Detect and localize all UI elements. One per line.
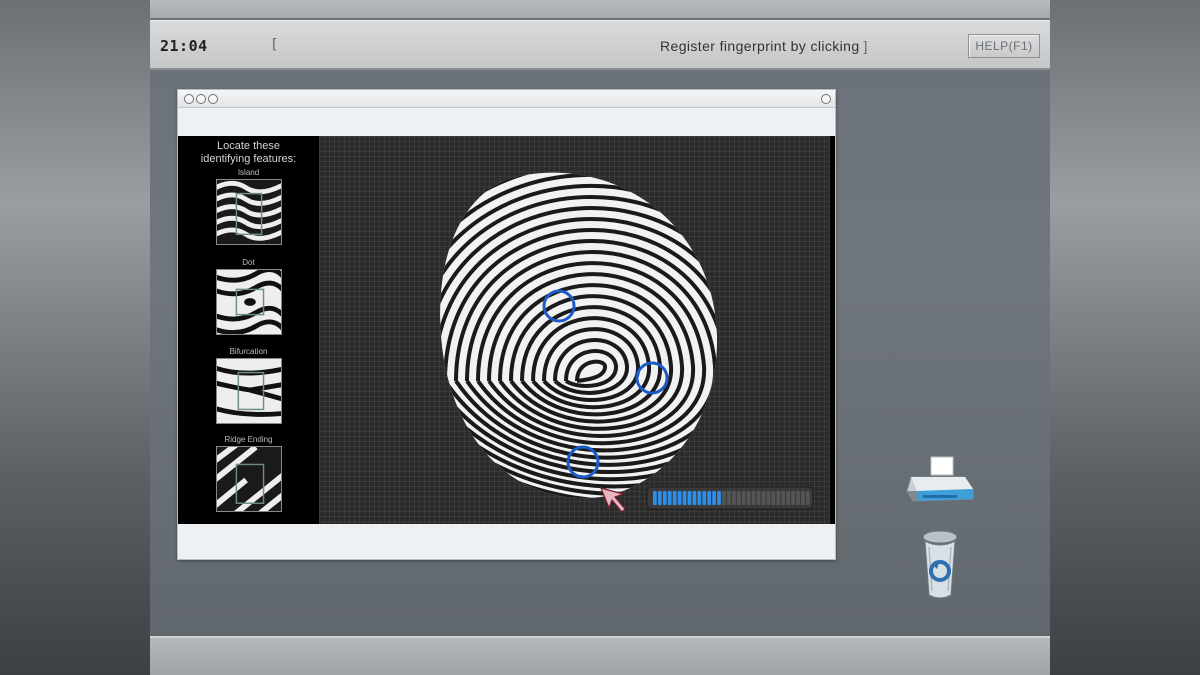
feature-ridge-ending: Ridge Ending: [178, 435, 319, 512]
progress-segment-filled: [717, 491, 721, 505]
ridge-ending-sample-image: [215, 446, 282, 512]
bottom-bezel: [150, 636, 1050, 675]
feature-sidebar: Locate these identifying features: Islan…: [178, 136, 319, 524]
progress-segment-filled: [653, 491, 657, 505]
progress-segment-empty: [806, 491, 810, 505]
progress-segment-filled: [692, 491, 697, 505]
feature-bifurcation: Bifurcation: [178, 347, 319, 424]
printer-icon[interactable]: [905, 455, 977, 515]
background-right: [1050, 0, 1200, 675]
fingerprint-window: Locate these identifying features: Islan…: [177, 89, 836, 560]
feature-label: Bifurcation: [229, 347, 268, 356]
progress-segment-filled: [707, 491, 712, 505]
progress-segment-empty: [761, 491, 766, 505]
progress-segment-filled: [677, 491, 682, 505]
progress-segment-empty: [796, 491, 800, 505]
dot-sample-image: [215, 269, 282, 335]
progress-segment-empty: [781, 491, 786, 505]
window-zoom-button[interactable]: [208, 94, 218, 104]
window-close-button[interactable]: [184, 94, 194, 104]
fingerprint-scan-area[interactable]: [319, 136, 830, 524]
feature-dot: Dot: [178, 258, 319, 335]
scanner-panel: Locate these identifying features: Islan…: [178, 136, 835, 524]
progress-segment-empty: [746, 491, 751, 505]
progress-segment-filled: [702, 491, 707, 505]
progress-segment-empty: [741, 491, 746, 505]
top-status-bar: 21:04 [ Register fingerprint by clicking…: [150, 20, 1050, 70]
status-bracket-open: [: [272, 37, 278, 53]
progress-segment-empty: [776, 491, 781, 505]
sidebar-heading: Locate these identifying features:: [200, 140, 297, 165]
progress-segment-empty: [786, 491, 791, 505]
progress-segment-filled: [682, 491, 687, 505]
window-minimize-button[interactable]: [196, 94, 206, 104]
scan-progress-bar: [646, 486, 814, 510]
progress-segment-filled: [687, 491, 692, 505]
progress-segment-empty: [801, 491, 805, 505]
help-button[interactable]: HELP(F1): [968, 34, 1040, 58]
bifurcation-sample-image: [215, 358, 282, 424]
clock: 21:04: [160, 37, 208, 55]
progress-segment-empty: [756, 491, 761, 505]
progress-segment-filled: [667, 491, 672, 505]
status-bracket-close: ]: [863, 38, 868, 54]
feature-label: Dot: [242, 258, 255, 267]
recycle-bin-icon[interactable]: [915, 525, 965, 609]
progress-segment-filled: [697, 491, 702, 505]
progress-segment-empty: [771, 491, 776, 505]
status-message: Register fingerprint by clicking]: [660, 38, 868, 54]
feature-label: Ridge Ending: [224, 435, 273, 444]
status-message-text: Register fingerprint by clicking: [660, 38, 860, 54]
progress-segment-empty: [722, 491, 726, 505]
progress-segment-filled: [672, 491, 677, 505]
window-titlebar: [178, 90, 835, 108]
progress-segment-empty: [766, 491, 771, 505]
top-bezel: [150, 0, 1050, 18]
fingerprint-image[interactable]: [319, 136, 830, 524]
progress-segment-empty: [751, 491, 756, 505]
progress-segment-empty: [736, 491, 741, 505]
feature-label: Island: [237, 168, 260, 177]
cursor-arrow-icon: [599, 487, 626, 513]
progress-segment-empty: [791, 491, 795, 505]
window-collapse-button[interactable]: [821, 94, 831, 104]
progress-segment-filled: [662, 491, 667, 505]
progress-segment-filled: [712, 491, 716, 505]
progress-segment-empty: [732, 491, 736, 505]
window-footer: [178, 524, 835, 559]
feature-island: Island: [178, 168, 319, 245]
progress-segment-empty: [727, 491, 731, 505]
background-left: [0, 0, 150, 675]
island-sample-image: [215, 179, 282, 245]
progress-segment-filled: [657, 491, 662, 505]
